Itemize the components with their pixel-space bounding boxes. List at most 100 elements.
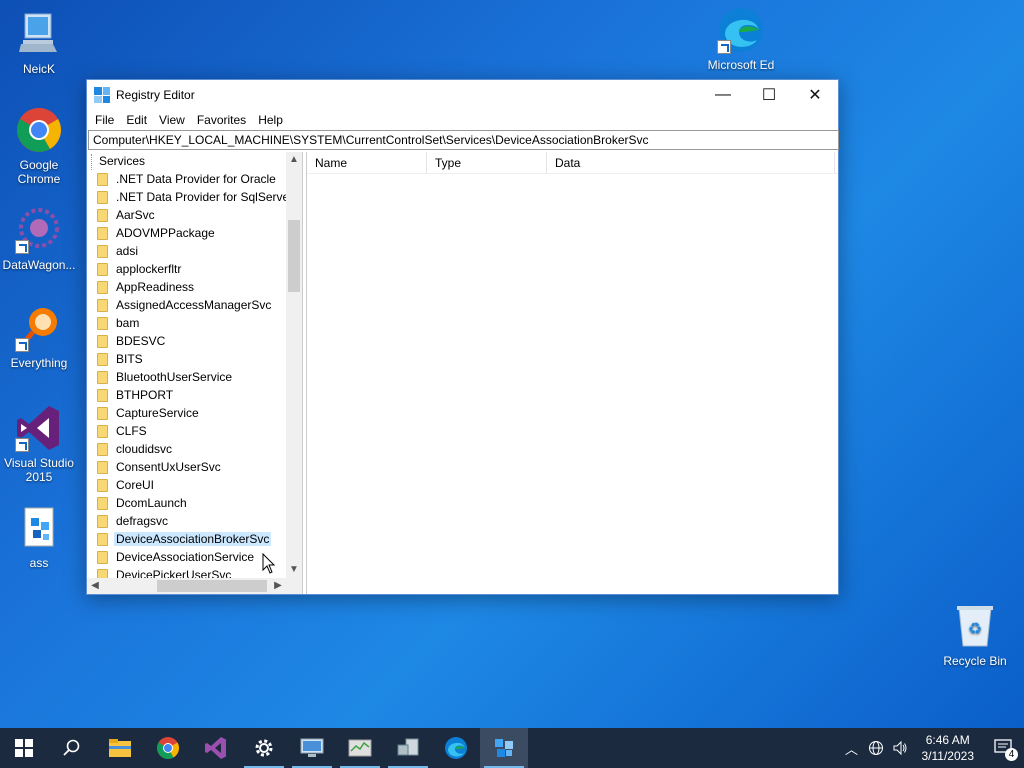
search-button[interactable]: [48, 728, 96, 768]
volume-icon[interactable]: [888, 728, 912, 768]
tree-item[interactable]: DevicePickerUserSvc: [87, 566, 286, 578]
desktop-icon-label: Visual Studio 2015: [4, 456, 74, 484]
tree-item-selected[interactable]: DeviceAssociationBrokerSvc: [87, 530, 286, 548]
desktop-icon-datawagon[interactable]: DataWagon...: [0, 206, 78, 272]
tree-item[interactable]: .NET Data Provider for Oracle: [87, 170, 286, 188]
tree-item[interactable]: .NET Data Provider for SqlServer: [87, 188, 286, 206]
tree-item-label: CoreUI: [116, 478, 155, 492]
desktop-icon-label: NeicK: [22, 62, 55, 76]
tree-item[interactable]: BluetoothUserService: [87, 368, 286, 386]
folder-icon: [97, 550, 108, 564]
minimize-button[interactable]: —: [700, 80, 746, 110]
desktop-icon-neick[interactable]: NeicK: [0, 10, 78, 76]
edge-icon: [717, 6, 765, 54]
tree-item[interactable]: BTHPORT: [87, 386, 286, 404]
clock-date: 3/11/2023: [921, 749, 975, 763]
desktop-icon-chrome[interactable]: Google Chrome: [0, 106, 78, 186]
scroll-up-arrow-icon[interactable]: ▲: [286, 152, 302, 168]
svg-text:♻: ♻: [968, 621, 982, 638]
tree-horizontal-scrollbar[interactable]: ◀ ▶: [87, 578, 286, 594]
folder-icon: [97, 406, 108, 420]
tree-item[interactable]: AarSvc: [87, 206, 286, 224]
desktop-icon-visual-studio[interactable]: Visual Studio 2015: [0, 404, 78, 484]
scroll-thumb[interactable]: [157, 580, 267, 592]
desktop-icon-label: Google Chrome: [17, 158, 61, 186]
column-header-type[interactable]: Type: [427, 152, 547, 173]
everything-icon: [15, 304, 63, 352]
desktop-icon-label: ass: [29, 556, 49, 570]
tree-item[interactable]: BDESVC: [87, 332, 286, 350]
folder-icon: [97, 190, 108, 204]
window-title: Registry Editor: [116, 88, 195, 102]
tree-item[interactable]: adsi: [87, 242, 286, 260]
tree-item[interactable]: defragsvc: [87, 512, 286, 530]
show-hidden-icons-chevron-up-icon[interactable]: ︿: [840, 728, 864, 768]
scroll-down-arrow-icon[interactable]: ▼: [286, 562, 302, 578]
desktop-icon-ass[interactable]: ass: [0, 504, 78, 570]
tree-item[interactable]: CaptureService: [87, 404, 286, 422]
desktop-icon-recycle-bin[interactable]: ♻ Recycle Bin: [936, 602, 1014, 668]
taskbar-task-manager[interactable]: [336, 728, 384, 768]
address-bar[interactable]: Computer\HKEY_LOCAL_MACHINE\SYSTEM\Curre…: [88, 130, 839, 150]
tree-list: Services .NET Data Provider for Oracle .…: [87, 152, 286, 578]
tree-item[interactable]: ADOVMPPackage: [87, 224, 286, 242]
scroll-left-arrow-icon[interactable]: ◀: [87, 578, 103, 594]
tree-item[interactable]: CLFS: [87, 422, 286, 440]
folder-icon: [97, 262, 108, 276]
mouse-cursor-icon: [262, 553, 276, 574]
tree-item[interactable]: BITS: [87, 350, 286, 368]
tree-item[interactable]: bam: [87, 314, 286, 332]
menu-edit[interactable]: Edit: [120, 113, 153, 127]
tree-item[interactable]: AppReadiness: [87, 278, 286, 296]
menu-file[interactable]: File: [89, 113, 120, 127]
taskbar-settings[interactable]: [240, 728, 288, 768]
tree-item[interactable]: CoreUI: [87, 476, 286, 494]
folder-icon: [97, 244, 108, 258]
menu-view[interactable]: View: [153, 113, 191, 127]
values-pane[interactable]: Name Type Data: [306, 152, 838, 594]
column-header-name[interactable]: Name: [307, 152, 427, 173]
taskbar-remote-desktop[interactable]: [288, 728, 336, 768]
tree-item[interactable]: DcomLaunch: [87, 494, 286, 512]
network-globe-icon[interactable]: [864, 728, 888, 768]
taskbar-visual-studio[interactable]: [192, 728, 240, 768]
menu-help[interactable]: Help: [252, 113, 289, 127]
column-header-data[interactable]: Data: [547, 152, 835, 173]
shortcut-arrow-icon: [15, 240, 29, 254]
tree-item[interactable]: ConsentUxUserSvc: [87, 458, 286, 476]
action-center-button[interactable]: 4: [984, 728, 1024, 768]
start-button[interactable]: [0, 728, 48, 768]
tree-item[interactable]: cloudidsvc: [87, 440, 286, 458]
tree-root-services[interactable]: Services: [87, 152, 286, 170]
tree-item-label: BTHPORT: [116, 388, 174, 402]
taskbar-chrome[interactable]: [144, 728, 192, 768]
title-bar[interactable]: Registry Editor — ☐ ✕: [87, 80, 838, 110]
folder-icon: [97, 442, 108, 456]
desktop-icon-edge[interactable]: Microsoft Ed: [702, 6, 780, 79]
folder-icon: [97, 172, 108, 186]
desktop-icon-everything[interactable]: Everything: [0, 304, 78, 370]
tree-item[interactable]: AssignedAccessManagerSvc: [87, 296, 286, 314]
shortcut-arrow-icon: [717, 40, 731, 54]
taskbar-edge[interactable]: [432, 728, 480, 768]
network-computer-icon: [397, 738, 419, 756]
folder-icon: [97, 370, 108, 384]
scroll-right-arrow-icon[interactable]: ▶: [270, 578, 286, 594]
folder-icon: [97, 514, 108, 528]
maximize-button[interactable]: ☐: [746, 80, 792, 110]
close-button[interactable]: ✕: [792, 80, 838, 110]
tree-item[interactable]: applockerfltr: [87, 260, 286, 278]
scroll-thumb[interactable]: [288, 220, 300, 292]
tree-item-label: AssignedAccessManagerSvc: [116, 298, 272, 312]
folder-icon: [97, 460, 108, 474]
menu-favorites[interactable]: Favorites: [191, 113, 252, 127]
taskbar-file-explorer[interactable]: [96, 728, 144, 768]
tree-item-label: DevicePickerUserSvc: [116, 568, 232, 578]
folder-icon: [97, 532, 108, 546]
tree-item[interactable]: DeviceAssociationService: [87, 548, 286, 566]
tree-vertical-scrollbar[interactable]: ▲ ▼: [286, 152, 302, 578]
taskbar-network-computer[interactable]: [384, 728, 432, 768]
clock[interactable]: 6:46 AM 3/11/2023: [912, 732, 985, 764]
taskbar-registry-editor[interactable]: [480, 728, 528, 768]
recycle-bin-icon: ♻: [951, 602, 999, 650]
